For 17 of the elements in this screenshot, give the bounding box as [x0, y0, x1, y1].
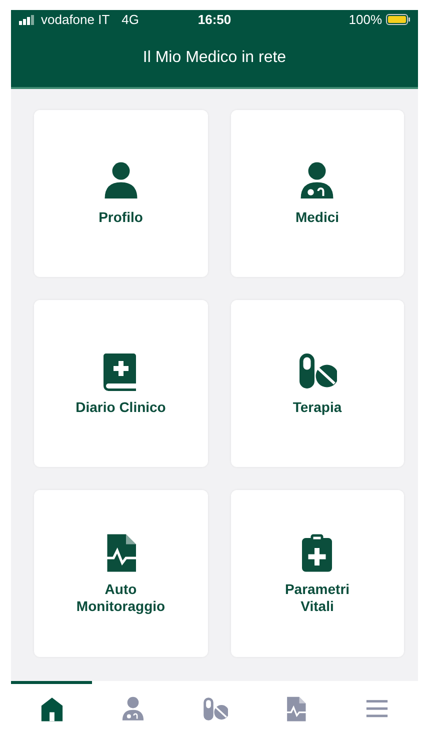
pills-icon: [202, 696, 228, 722]
menu-tile[interactable]: Auto Monitoraggio: [34, 490, 208, 657]
menu-tile[interactable]: Parametri Vitali: [230, 490, 404, 657]
home-icon: [38, 696, 65, 722]
menu-tile[interactable]: Medici: [230, 110, 404, 277]
doctor-icon: [120, 696, 146, 722]
pills-icon: [297, 351, 338, 392]
signal-icon: [19, 14, 37, 25]
carrier-name: vodafone IT: [41, 11, 110, 29]
battery-icon: [386, 14, 410, 26]
clock-time: 16:50: [198, 11, 232, 29]
menu-tile[interactable]: Terapia: [230, 300, 404, 467]
menu-tile[interactable]: Diario Clinico: [34, 300, 208, 467]
battery-percent: 100%: [348, 11, 382, 29]
app-title: Il Mio Medico in rete: [142, 48, 286, 68]
menu-tile[interactable]: Profilo: [34, 110, 208, 277]
network-type: 4G: [122, 11, 139, 29]
